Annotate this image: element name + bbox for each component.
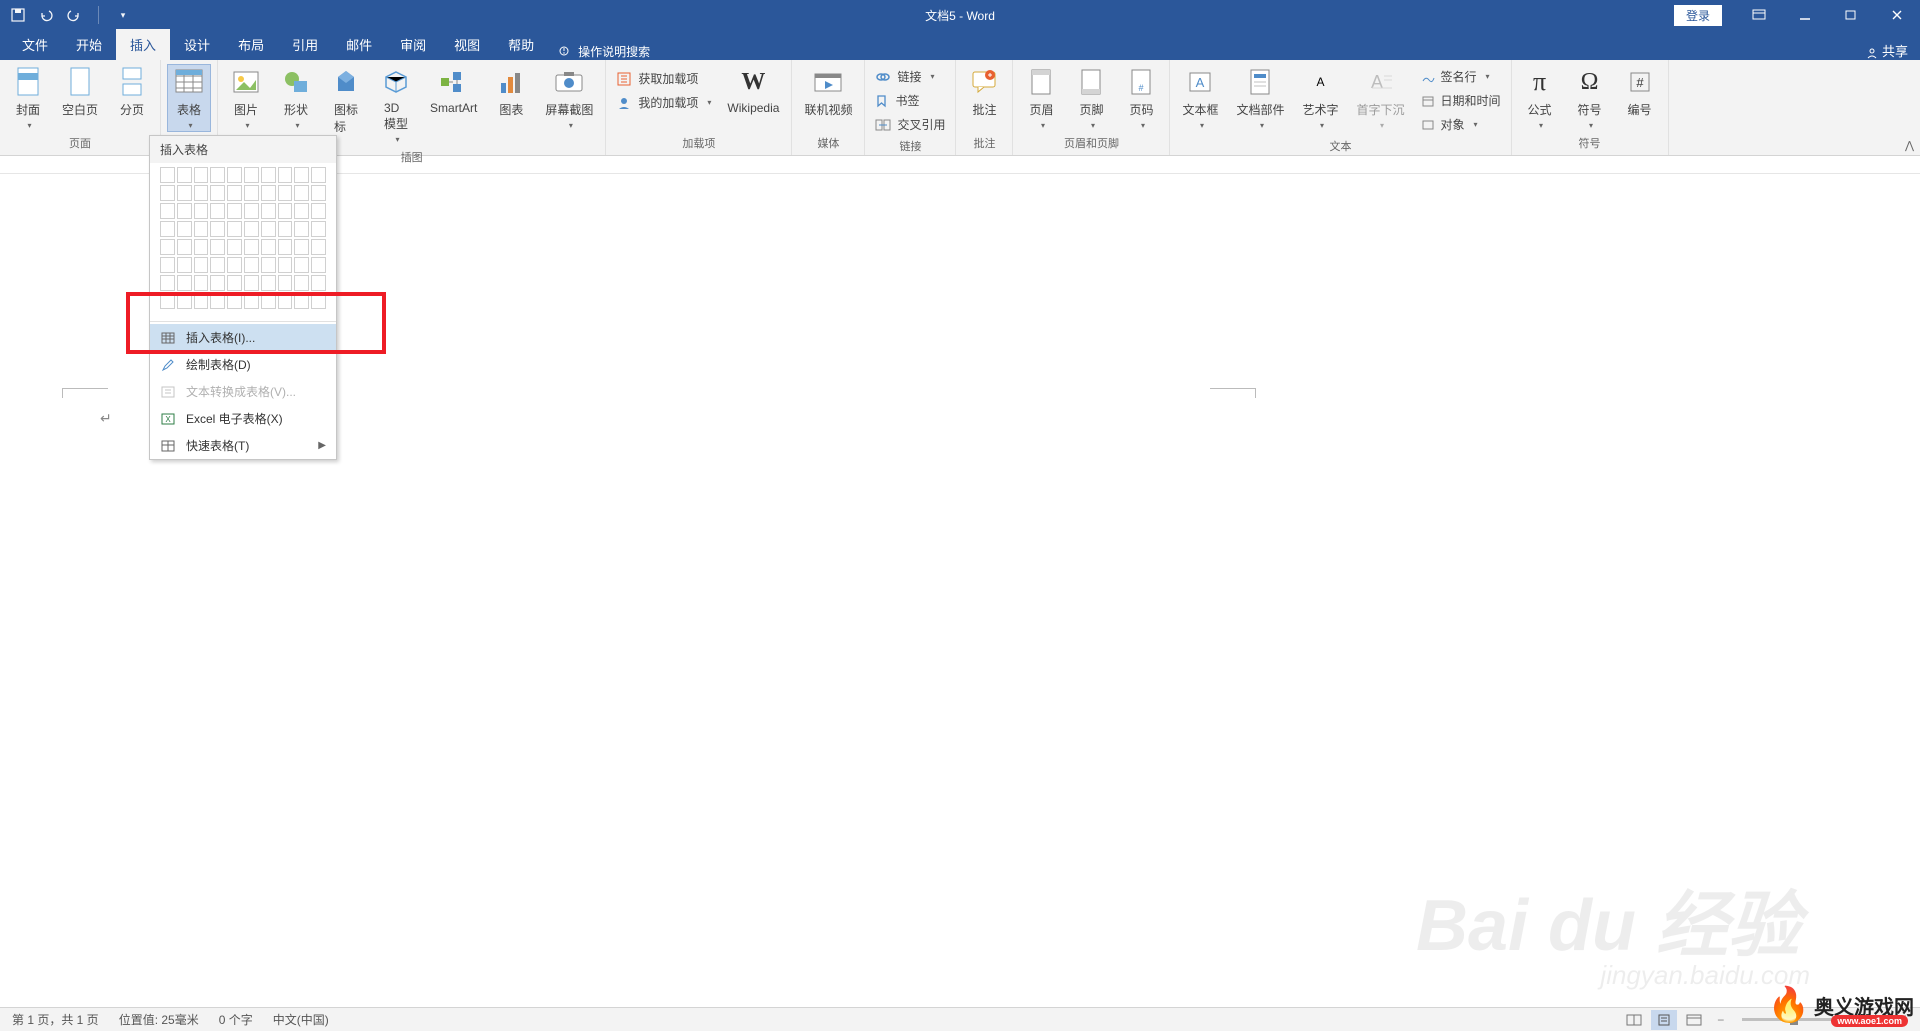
cover-page-button[interactable]: 封面▾ — [6, 64, 50, 132]
table-button[interactable]: 表格▾ — [167, 64, 211, 132]
redo-icon[interactable] — [66, 7, 82, 23]
login-button[interactable]: 登录 — [1674, 5, 1722, 26]
symbol-button[interactable]: Ω符号▾ — [1568, 64, 1612, 132]
menu-quick-tables[interactable]: 快速表格(T)▶ — [150, 432, 336, 459]
read-mode-icon[interactable] — [1621, 1010, 1647, 1030]
menu-excel-spreadsheet[interactable]: XExcel 电子表格(X) — [150, 405, 336, 432]
table-icon — [160, 330, 176, 346]
tab-references[interactable]: 引用 — [278, 29, 332, 60]
textbox-button[interactable]: A文本框▾ — [1176, 64, 1224, 132]
share-button[interactable]: 共享 — [1866, 41, 1908, 60]
status-bar: 第 1 页，共 1 页 位置值: 25毫米 0 个字 中文(中国) − + 10… — [0, 1007, 1920, 1031]
qat-customize-icon[interactable]: ▾ — [115, 7, 131, 23]
header-button[interactable]: 页眉▾ — [1019, 64, 1063, 132]
svg-text:#: # — [1139, 83, 1144, 93]
number-button[interactable]: #编号 — [1618, 64, 1662, 120]
shapes-button[interactable]: 形状▾ — [274, 64, 318, 132]
app-title: 文档5 - Word — [925, 7, 995, 24]
date-time-button[interactable]: 日期和时间 — [1417, 90, 1505, 111]
save-icon[interactable] — [10, 7, 26, 23]
get-addins-button[interactable]: 获取加载项 — [612, 68, 715, 89]
table-icon — [160, 438, 176, 454]
comment-button[interactable]: 批注 — [962, 64, 1006, 120]
tab-design[interactable]: 设计 — [170, 29, 224, 60]
group-comments: 批注 批注 — [956, 60, 1013, 155]
icons-button[interactable]: 图标标 — [324, 64, 368, 137]
svg-text:A: A — [1196, 75, 1205, 90]
3d-models-button[interactable]: 3D 模型▾ — [374, 64, 418, 146]
table-dropdown-menu: 插入表格 插入表格(I)... 绘制表格(D) 文本转换成表格(V)... XE… — [149, 135, 337, 460]
table-grid-picker[interactable] — [150, 163, 336, 319]
print-layout-icon[interactable] — [1651, 1010, 1677, 1030]
svg-text:X: X — [165, 415, 171, 424]
watermark-url: jingyan.baidu.com — [1600, 960, 1810, 991]
group-symbols: π公式▾ Ω符号▾ #编号 符号 — [1512, 60, 1669, 155]
collapse-ribbon-icon[interactable]: ⋀ — [1905, 139, 1914, 152]
group-text: A文本框▾ 文档部件▾ A艺术字▾ A首字下沉▾ 签名行▾ 日期和时间 对象▾ … — [1170, 60, 1511, 155]
group-header-footer: 页眉▾ 页脚▾ #页码▾ 页眉和页脚 — [1013, 60, 1170, 155]
zoom-level[interactable]: 100% — [1877, 1013, 1908, 1027]
convert-icon — [160, 384, 176, 400]
quick-parts-button[interactable]: 文档部件▾ — [1230, 64, 1290, 132]
menu-convert-text: 文本转换成表格(V)... — [150, 378, 336, 405]
status-page[interactable]: 第 1 页，共 1 页 — [12, 1011, 99, 1028]
wikipedia-button[interactable]: WWikipedia — [721, 64, 785, 117]
screenshot-button[interactable]: 屏幕截图▾ — [539, 64, 599, 132]
watermark: Bai du 经验 — [1416, 866, 1800, 971]
ribbon-display-icon[interactable] — [1736, 0, 1782, 30]
pencil-icon — [160, 357, 176, 373]
menu-draw-table[interactable]: 绘制表格(D) — [150, 351, 336, 378]
tab-review[interactable]: 审阅 — [386, 29, 440, 60]
wordart-button[interactable]: A艺术字▾ — [1297, 64, 1345, 132]
tab-help[interactable]: 帮助 — [494, 29, 548, 60]
object-button[interactable]: 对象▾ — [1417, 114, 1505, 135]
tab-view[interactable]: 视图 — [440, 29, 494, 60]
blank-page-button[interactable]: 空白页 — [56, 64, 104, 120]
svg-text:A: A — [1371, 72, 1383, 92]
tell-me-search[interactable]: 操作说明搜索 — [558, 43, 650, 60]
smartart-button[interactable]: SmartArt — [424, 64, 483, 117]
maximize-icon[interactable] — [1828, 0, 1874, 30]
undo-icon[interactable] — [38, 7, 54, 23]
tab-insert[interactable]: 插入 — [116, 29, 170, 60]
ribbon-tabs: 文件 开始 插入 设计 布局 引用 邮件 审阅 视图 帮助 操作说明搜索 共享 — [0, 30, 1920, 60]
footer-button[interactable]: 页脚▾ — [1069, 64, 1113, 132]
group-links: 链接▾ 书签 交叉引用 链接 — [865, 60, 956, 155]
excel-icon: X — [160, 411, 176, 427]
status-language[interactable]: 中文(中国) — [273, 1011, 329, 1028]
chart-button[interactable]: 图表 — [489, 64, 533, 120]
group-addins: 获取加载项 我的加载项▾ WWikipedia 加载项 — [606, 60, 792, 155]
web-layout-icon[interactable] — [1681, 1010, 1707, 1030]
page-number-button[interactable]: #页码▾ — [1119, 64, 1163, 132]
signature-line-button[interactable]: 签名行▾ — [1417, 66, 1505, 87]
cross-reference-button[interactable]: 交叉引用 — [871, 114, 949, 135]
dropdown-header: 插入表格 — [150, 136, 336, 163]
submenu-arrow-icon: ▶ — [318, 440, 326, 451]
group-media: 联机视频 媒体 — [792, 60, 865, 155]
tab-file[interactable]: 文件 — [8, 29, 62, 60]
online-video-button[interactable]: 联机视频 — [798, 64, 858, 120]
my-addins-button[interactable]: 我的加载项▾ — [612, 92, 715, 113]
equation-button[interactable]: π公式▾ — [1518, 64, 1562, 132]
page-corner — [1210, 388, 1256, 398]
group-pages: 封面▾ 空白页 分页 页面 — [0, 60, 161, 155]
status-position[interactable]: 位置值: 25毫米 — [119, 1011, 199, 1028]
close-icon[interactable] — [1874, 0, 1920, 30]
title-bar: ▾ 文档5 - Word 登录 — [0, 0, 1920, 30]
menu-insert-table[interactable]: 插入表格(I)... — [150, 324, 336, 351]
page-break-button[interactable]: 分页 — [110, 64, 154, 120]
zoom-slider[interactable] — [1742, 1018, 1842, 1021]
tab-home[interactable]: 开始 — [62, 29, 116, 60]
bookmark-button[interactable]: 书签 — [871, 90, 949, 111]
tab-layout[interactable]: 布局 — [224, 29, 278, 60]
pictures-button[interactable]: 图片▾ — [224, 64, 268, 132]
status-word-count[interactable]: 0 个字 — [219, 1011, 253, 1028]
link-button[interactable]: 链接▾ — [871, 66, 949, 87]
paragraph-mark-icon: ↵ — [100, 410, 112, 427]
tab-mailings[interactable]: 邮件 — [332, 29, 386, 60]
dropcap-button[interactable]: A首字下沉▾ — [1351, 64, 1411, 132]
page-corner — [62, 388, 108, 398]
minimize-icon[interactable] — [1782, 0, 1828, 30]
svg-text:#: # — [1636, 75, 1644, 90]
